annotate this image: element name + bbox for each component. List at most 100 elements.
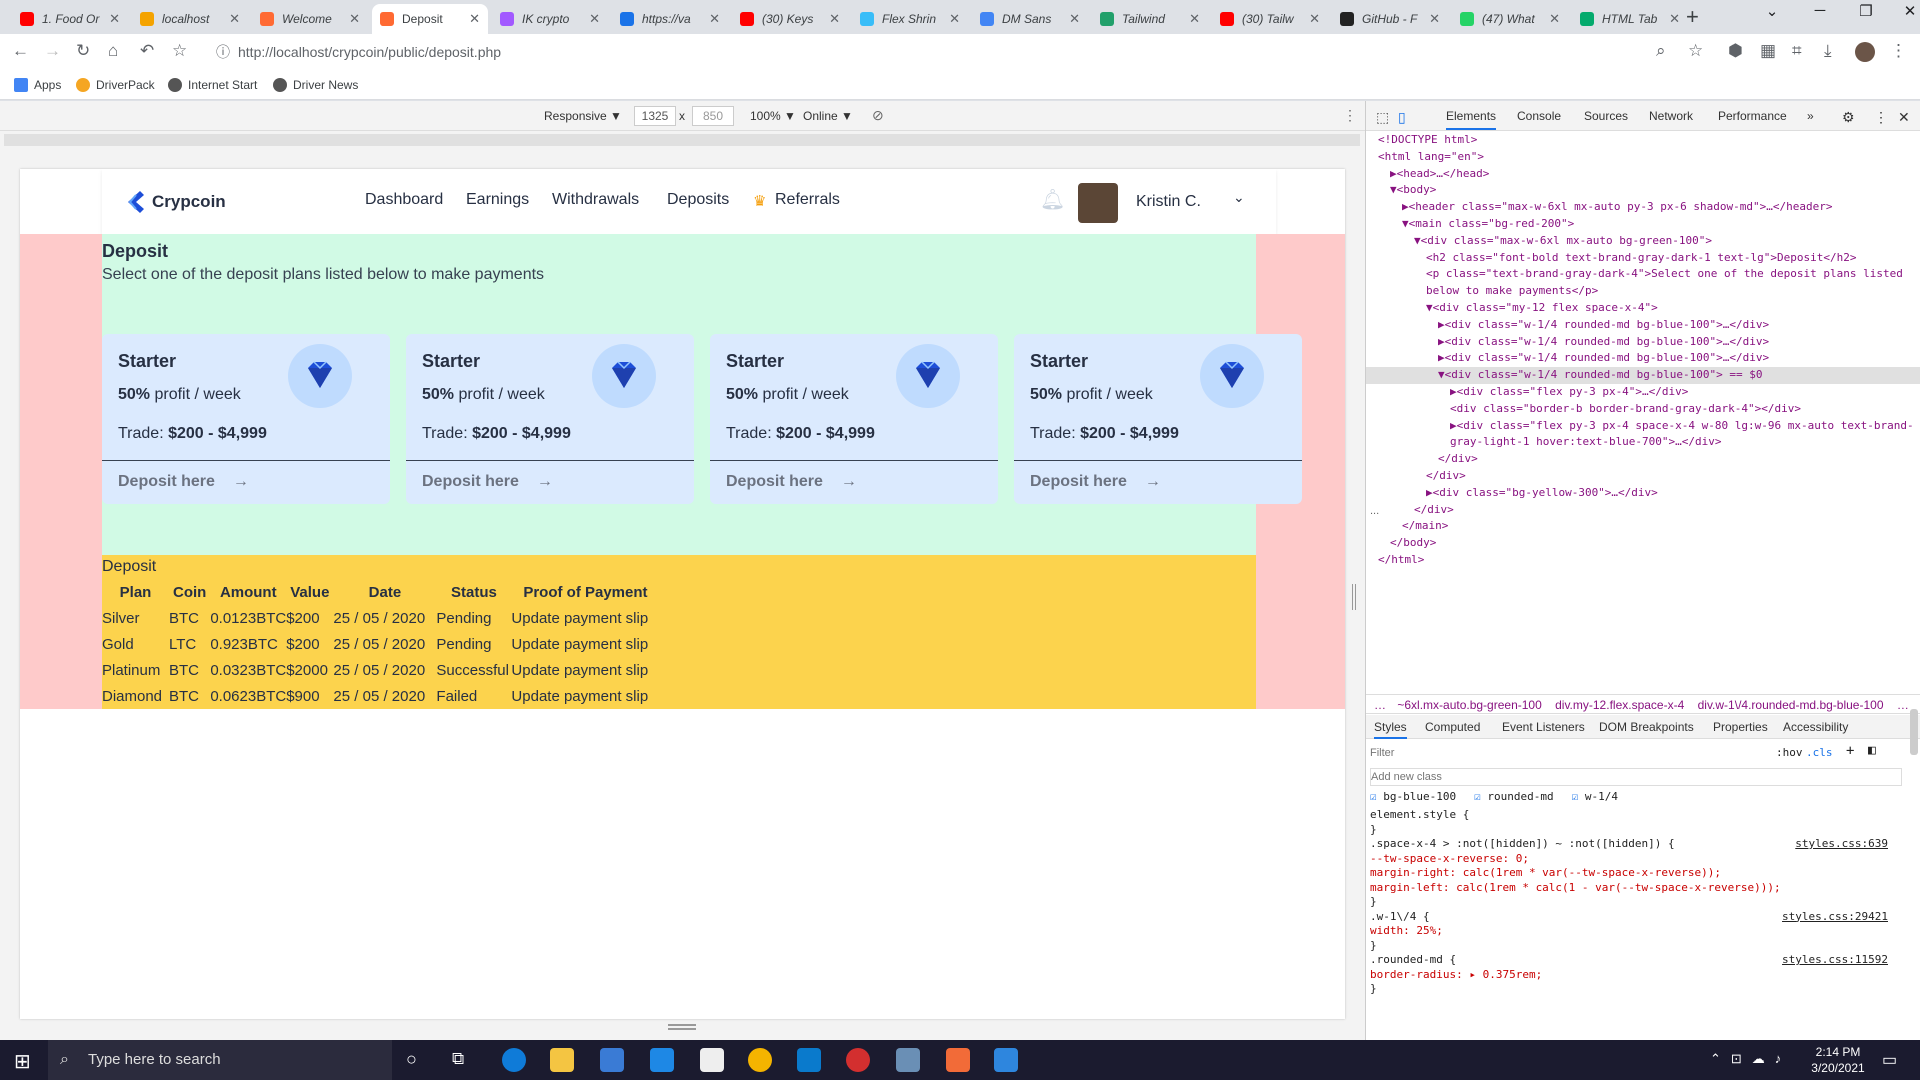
address-bar[interactable]: ⓘ http://localhost/crypcoin/public/depos… — [206, 38, 1678, 66]
new-tab-button[interactable]: + — [1686, 4, 1699, 30]
new-rule-icon[interactable]: + — [1846, 743, 1854, 759]
dom-node-line[interactable]: ▶<div class="bg-yellow-300">…</div> — [1366, 485, 1920, 502]
browser-tab[interactable]: GitHub - F ✕ — [1332, 4, 1448, 34]
dom-node-ellipsis[interactable]: ... — [1370, 505, 1379, 517]
tab-close-icon[interactable]: ✕ — [1669, 11, 1680, 27]
more-options-icon[interactable]: ⋮ — [1343, 107, 1357, 124]
dom-node-line[interactable]: ▶<div class="flex py-3 px-4">…</div> — [1366, 384, 1920, 401]
class-checkbox-w-1-4[interactable]: ☑ w-1/4 — [1572, 790, 1618, 803]
browser-tab[interactable]: Tailwind ✕ — [1092, 4, 1208, 34]
dom-node-line[interactable]: ▶<div class="w-1/4 rounded-md bg-blue-10… — [1366, 334, 1920, 351]
xampp-icon[interactable] — [946, 1048, 970, 1072]
hover-state-toggle[interactable]: :hov — [1776, 746, 1803, 759]
back-icon[interactable]: ← — [12, 41, 29, 61]
bookmark-star-icon[interactable]: ☆ — [172, 41, 187, 61]
windows-start-icon[interactable]: ⊞ — [14, 1049, 31, 1074]
devtools-tab-console[interactable]: Console — [1517, 109, 1561, 123]
tab-close-icon[interactable]: ✕ — [1189, 11, 1200, 27]
tab-close-icon[interactable]: ✕ — [709, 11, 720, 27]
clock[interactable]: 2:14 PM 3/20/2021 — [1808, 1044, 1868, 1076]
notifications-icon[interactable]: ▭ — [1882, 1050, 1897, 1070]
minimize-icon[interactable]: ─ — [1800, 2, 1840, 19]
photos-icon[interactable] — [994, 1048, 1018, 1072]
chrome-icon[interactable] — [748, 1048, 772, 1072]
system-tray-icons[interactable]: ⌃⊡☁♪ — [1710, 1051, 1791, 1067]
viewport-height-input[interactable]: 850 — [692, 106, 734, 126]
dom-node-line[interactable]: below to make payments</p> — [1366, 283, 1920, 300]
tab-close-icon[interactable]: ✕ — [1069, 11, 1080, 27]
browser-tab[interactable]: IK crypto ✕ — [492, 4, 608, 34]
task-view-icon[interactable]: ⧉ — [452, 1049, 464, 1069]
dom-node-line[interactable]: ▶<header class="max-w-6xl mx-auto py-3 p… — [1366, 199, 1920, 216]
style-rule-line[interactable]: } — [1366, 939, 1906, 954]
styles-scrollbar[interactable] — [1910, 709, 1918, 755]
deposit-here-link[interactable]: Deposit here → — [1030, 473, 1161, 491]
menu-icon[interactable]: ⋮ — [1890, 41, 1907, 61]
browser-tab[interactable]: Deposit ✕ — [372, 4, 488, 34]
profile-avatar[interactable] — [1855, 42, 1875, 62]
dom-node-line[interactable]: <html lang="en"> — [1366, 149, 1920, 166]
subtab-styles[interactable]: Styles — [1374, 720, 1407, 739]
grid-extension-icon[interactable]: ▦ — [1760, 41, 1776, 61]
dom-node-line[interactable]: <h2 class="font-bold text-brand-gray-dar… — [1366, 250, 1920, 267]
nav-deposits[interactable]: Deposits — [667, 191, 729, 209]
style-rule-line[interactable]: border-radius: ▸ 0.375rem; — [1366, 968, 1906, 983]
reload-icon[interactable]: ↻ — [76, 41, 90, 61]
undo-icon[interactable]: ↶ — [140, 41, 154, 61]
cortana-icon[interactable]: ○ — [406, 1049, 417, 1070]
browser-tab[interactable]: Flex Shrin ✕ — [852, 4, 968, 34]
tab-close-icon[interactable]: ✕ — [229, 11, 240, 27]
tab-close-icon[interactable]: ✕ — [1429, 11, 1440, 27]
store-icon[interactable] — [600, 1048, 624, 1072]
deposit-here-link[interactable]: Deposit here → — [118, 473, 249, 491]
nav-referrals[interactable]: Referrals — [775, 191, 840, 209]
bookmark-driverpack[interactable]: DriverPack — [76, 78, 155, 92]
dom-node-line[interactable]: ▶<div class="w-1/4 rounded-md bg-blue-10… — [1366, 317, 1920, 334]
browser-tab[interactable]: DM Sans ✕ — [972, 4, 1088, 34]
tab-close-icon[interactable]: ✕ — [589, 11, 600, 27]
dom-node-line[interactable]: </div> — [1366, 451, 1920, 468]
dom-node-line[interactable]: </html> — [1366, 552, 1920, 569]
dom-node-line[interactable]: <div class="border-b border-brand-gray-d… — [1366, 401, 1920, 418]
browser-tab[interactable]: localhost ✕ — [132, 4, 248, 34]
subtab-event-listeners[interactable]: Event Listeners — [1502, 720, 1585, 734]
style-rule-line[interactable]: } — [1366, 823, 1906, 838]
style-rule-line[interactable]: .w-1\/4 {styles.css:29421 — [1366, 910, 1906, 925]
resize-handle-right[interactable] — [1352, 584, 1356, 610]
subtab-accessibility[interactable]: Accessibility — [1783, 720, 1848, 734]
stylesheet-link[interactable]: styles.css:11592 — [1782, 953, 1888, 966]
subtab-properties[interactable]: Properties — [1713, 720, 1768, 734]
bookmark-internet-start[interactable]: Internet Start — [168, 78, 257, 92]
dom-node-line[interactable]: ▼<div class="my-12 flex space-x-4"> — [1366, 300, 1920, 317]
devtools-tab-elements[interactable]: Elements — [1446, 109, 1497, 130]
devtools-more-tabs[interactable]: » — [1807, 109, 1814, 123]
computed-sidebar-icon[interactable]: ◧ — [1868, 743, 1876, 758]
browser-tab[interactable]: (30) Keys ✕ — [732, 4, 848, 34]
mail-icon[interactable] — [650, 1048, 674, 1072]
style-rule-line[interactable]: } — [1366, 982, 1906, 997]
forward-icon[interactable]: → — [44, 41, 61, 61]
style-rule-line[interactable]: element.style { — [1366, 808, 1906, 823]
close-devtools-icon[interactable]: ✕ — [1898, 109, 1910, 126]
breadcrumb-item[interactable]: div.my-12.flex.space-x-4 — [1555, 698, 1684, 712]
tab-close-icon[interactable]: ✕ — [829, 11, 840, 27]
cell-proof-link[interactable]: Update payment slip — [511, 631, 659, 657]
dom-node-line[interactable]: ▼<body> — [1366, 182, 1920, 199]
maximize-icon[interactable]: ❐ — [1846, 2, 1886, 20]
dom-node-line[interactable]: <p class="text-brand-gray-dark-4">Select… — [1366, 266, 1920, 283]
devtools-tab-sources[interactable]: Sources — [1584, 109, 1628, 123]
devtools-menu-icon[interactable]: ⋮ — [1874, 109, 1888, 126]
edge-icon[interactable] — [502, 1048, 526, 1072]
add-class-input[interactable] — [1370, 768, 1902, 786]
inspect-icon[interactable]: ⬚ — [1376, 109, 1389, 126]
zoom-icon[interactable]: ⌕ — [1656, 41, 1666, 61]
media-query-strip[interactable] — [4, 134, 1360, 146]
devtools-tab-performance[interactable]: Performance — [1718, 109, 1787, 123]
nav-dashboard[interactable]: Dashboard — [365, 191, 443, 209]
chrome-active-icon[interactable] — [896, 1048, 920, 1072]
chevron-down-icon[interactable]: ⌄ — [1233, 189, 1245, 206]
dom-node-line[interactable]: </div> — [1366, 502, 1920, 519]
bell-icon[interactable]: 🔔︎ — [1040, 187, 1065, 212]
zoom-select[interactable]: 100% ▼ — [750, 109, 796, 123]
cell-proof-link[interactable]: Update payment slip — [511, 657, 659, 683]
